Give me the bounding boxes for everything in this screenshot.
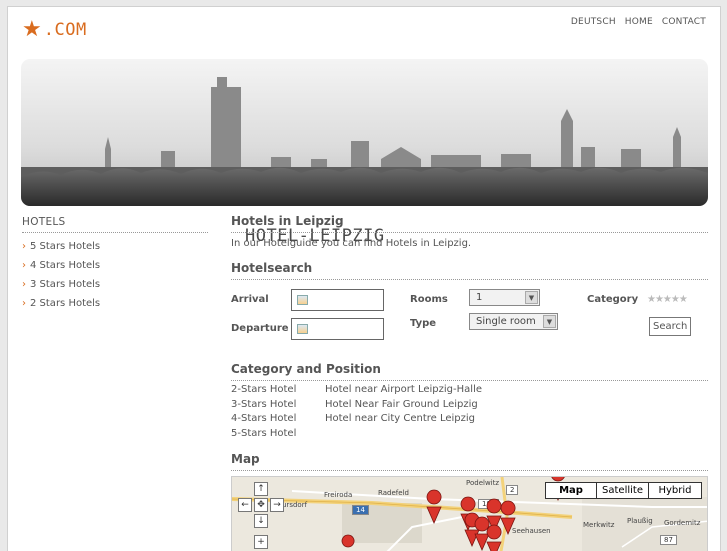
google-map[interactable]: Freiroda Radefeld Podelwitz Merkwitz Pla… (231, 476, 708, 551)
logo-tld: .COM (43, 20, 87, 40)
hotel-marker[interactable] (500, 500, 516, 535)
category-link[interactable]: 5-Stars Hotel (231, 428, 325, 443)
room-type-select[interactable]: Single room ▼ (469, 313, 558, 330)
position-link[interactable]: Hotel Near Fair Ground Leipzig (325, 399, 478, 414)
map-title: Map (231, 452, 708, 471)
map-section: Map (231, 452, 708, 471)
arrival-label: Arrival (231, 294, 269, 305)
calendar-icon[interactable] (297, 324, 308, 334)
hotelsearch-title: Hotelsearch (231, 261, 708, 280)
top-navigation: DEUTSCH HOME CONTACT (571, 17, 706, 27)
rooms-value: 1 (476, 292, 483, 303)
rooms-select[interactable]: 1 ▼ (469, 289, 540, 306)
category-position-list: 2-Stars Hotel Hotel near Airport Leipzig-… (231, 384, 482, 442)
departure-label: Departure (231, 323, 289, 334)
sidebar-item-5-stars[interactable]: › 5 Stars Hotels (22, 237, 100, 256)
skyline-image (21, 77, 708, 206)
sidebar-item-2-stars[interactable]: › 2 Stars Hotels (22, 294, 100, 313)
departure-date-input[interactable] (291, 318, 384, 340)
page: ★ HOTEL-LEIPZIG .COM DEUTSCH HOME CONTAC… (7, 6, 721, 551)
nav-deutsch[interactable]: DEUTSCH (571, 17, 616, 27)
category-link[interactable]: 2-Stars Hotel (231, 384, 325, 399)
sidebar-item-label: 5 Stars Hotels (30, 241, 101, 252)
hotel-marker[interactable] (464, 512, 480, 547)
sidebar-item-4-stars[interactable]: › 4 Stars Hotels (22, 256, 100, 275)
sidebar-list: › 5 Stars Hotels › 4 Stars Hotels › 3 Stars… (22, 237, 100, 313)
hotel-marker[interactable] (341, 534, 355, 548)
sidebar-item-label: 4 Stars Hotels (30, 260, 101, 271)
chevron-down-icon: ▼ (543, 315, 556, 328)
list-item: 3-Stars Hotel Hotel Near Fair Ground Leip… (231, 399, 482, 414)
star-icon: ★ (22, 17, 42, 42)
nav-home[interactable]: HOME (625, 17, 653, 27)
chevron-right-icon: › (22, 260, 26, 271)
category-label: Category (587, 294, 639, 305)
hotel-marker[interactable] (486, 524, 502, 551)
map-type-map-button[interactable]: Map (546, 483, 597, 498)
map-type-switcher: Map Satellite Hybrid (545, 482, 702, 499)
map-type-hybrid-button[interactable]: Hybrid (649, 483, 701, 498)
list-item: 2-Stars Hotel Hotel near Airport Leipzig-… (231, 384, 482, 399)
list-item: 4-Stars Hotel Hotel near City Centre Leip… (231, 413, 482, 428)
sidebar-item-label: 2 Stars Hotels (30, 298, 101, 309)
skyline-banner (21, 59, 708, 206)
room-type-value: Single room (476, 316, 536, 327)
category-star-rating[interactable]: ★★★★★ (647, 294, 688, 305)
page-title: Hotels in Leipzig (231, 214, 708, 233)
site-logo[interactable]: ★ HOTEL-LEIPZIG .COM (22, 17, 384, 247)
search-button[interactable]: Search (649, 317, 692, 336)
chevron-right-icon: › (22, 241, 26, 252)
chevron-down-icon: ▼ (525, 291, 538, 304)
type-label: Type (410, 318, 437, 329)
position-link[interactable]: Hotel near Airport Leipzig-Halle (325, 384, 482, 399)
hotel-marker[interactable] (426, 489, 442, 524)
catpos-section: Category and Position (231, 362, 708, 381)
chevron-right-icon: › (22, 279, 26, 290)
position-link[interactable]: Hotel near City Centre Leipzig (325, 413, 475, 428)
nav-contact[interactable]: CONTACT (662, 17, 706, 27)
catpos-title: Category and Position (231, 362, 708, 381)
arrival-date-input[interactable] (291, 289, 384, 311)
intro-text: In our Hotelguide you can find Hotels in… (231, 238, 472, 249)
list-item: 5-Stars Hotel (231, 428, 482, 443)
calendar-icon[interactable] (297, 295, 308, 305)
chevron-right-icon: › (22, 298, 26, 309)
sidebar-title: HOTELS (22, 216, 208, 233)
category-link[interactable]: 3-Stars Hotel (231, 399, 325, 414)
map-type-satellite-button[interactable]: Satellite (597, 483, 649, 498)
rooms-label: Rooms (410, 294, 448, 305)
sidebar-item-label: 3 Stars Hotels (30, 279, 101, 290)
category-link[interactable]: 4-Stars Hotel (231, 413, 325, 428)
main-content: Hotels in Leipzig In our Hotelguide you … (231, 214, 708, 280)
sidebar-item-3-stars[interactable]: › 3 Stars Hotels (22, 275, 100, 294)
